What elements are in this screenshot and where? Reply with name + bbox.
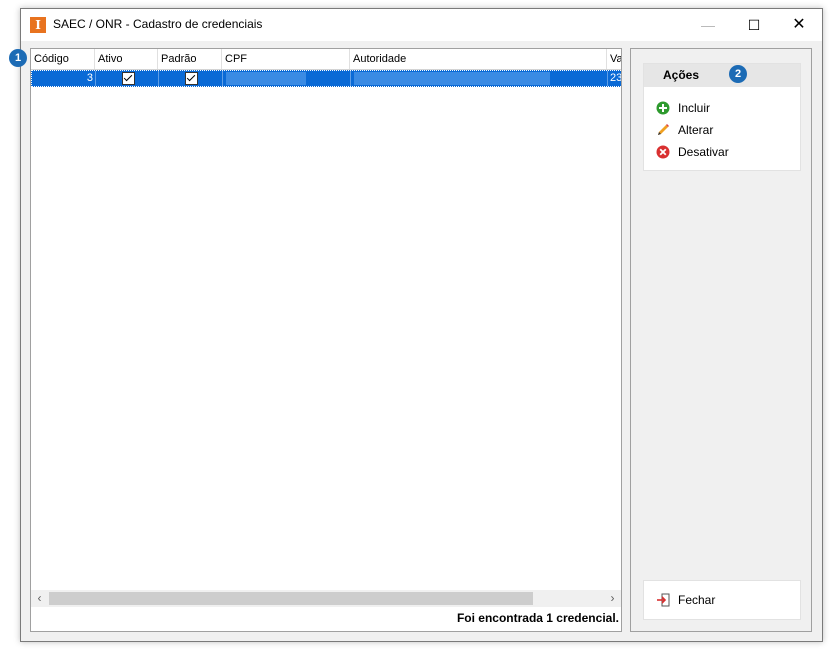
fechar-label: Fechar	[678, 593, 716, 607]
horizontal-scrollbar[interactable]: ‹ ›	[31, 590, 621, 607]
column-header-validade[interactable]: Va	[607, 49, 621, 69]
scrollbar-thumb[interactable]	[49, 592, 533, 605]
desativar-label: Desativar	[678, 145, 729, 159]
cell-padrao[interactable]	[159, 71, 223, 86]
credentials-window: I SAEC / ONR - Cadastro de credenciais —…	[9, 8, 823, 642]
maximize-button[interactable]: ☐	[731, 9, 777, 41]
pencil-icon	[658, 124, 669, 135]
fechar-panel: Fechar	[643, 580, 801, 620]
padrao-checkbox[interactable]	[185, 72, 198, 85]
scroll-left-arrow-icon[interactable]: ‹	[31, 590, 48, 607]
app-logo-icon: I	[30, 17, 46, 33]
remove-icon	[656, 145, 670, 159]
cell-validade: 23	[610, 72, 622, 84]
actions-title: Ações	[644, 64, 800, 87]
side-panel: Ações Incluir Alterar Desativar 2 Fechar	[630, 48, 812, 632]
redacted-cpf	[226, 72, 306, 85]
exit-icon	[657, 593, 670, 607]
alterar-label: Alterar	[678, 123, 714, 137]
add-icon	[656, 101, 670, 115]
actions-panel: Ações Incluir Alterar Desativar	[643, 63, 801, 171]
scroll-right-arrow-icon[interactable]: ›	[604, 590, 621, 607]
incluir-label: Incluir	[678, 101, 711, 115]
grid-header: Código Ativo Padrão CPF Autoridade Va	[31, 49, 621, 70]
redacted-autoridade	[354, 72, 550, 85]
ativo-checkbox[interactable]	[122, 72, 135, 85]
minimize-button[interactable]: —	[685, 9, 731, 41]
cell-ativo[interactable]	[96, 71, 159, 86]
column-header-ativo[interactable]: Ativo	[95, 49, 158, 69]
callout-badge-2: 2	[729, 65, 747, 83]
cell-codigo: 3	[32, 71, 96, 86]
cell-autoridade	[351, 71, 608, 86]
column-header-padrao[interactable]: Padrão	[158, 49, 222, 69]
credentials-grid[interactable]: Código Ativo Padrão CPF Autoridade Va 3 …	[30, 48, 622, 632]
column-header-cpf[interactable]: CPF	[222, 49, 350, 69]
table-row[interactable]: 3 23	[31, 70, 622, 87]
status-text: Foi encontrada 1 credencial.	[456, 611, 619, 625]
column-header-codigo[interactable]: Código	[31, 49, 95, 69]
cell-cpf	[223, 71, 351, 86]
column-header-autoridade[interactable]: Autoridade	[350, 49, 607, 69]
callout-badge-1: 1	[9, 49, 27, 67]
close-button[interactable]: ✕	[776, 9, 822, 41]
title-bar: I SAEC / ONR - Cadastro de credenciais —…	[21, 9, 822, 41]
window-title: SAEC / ONR - Cadastro de credenciais	[53, 17, 263, 31]
